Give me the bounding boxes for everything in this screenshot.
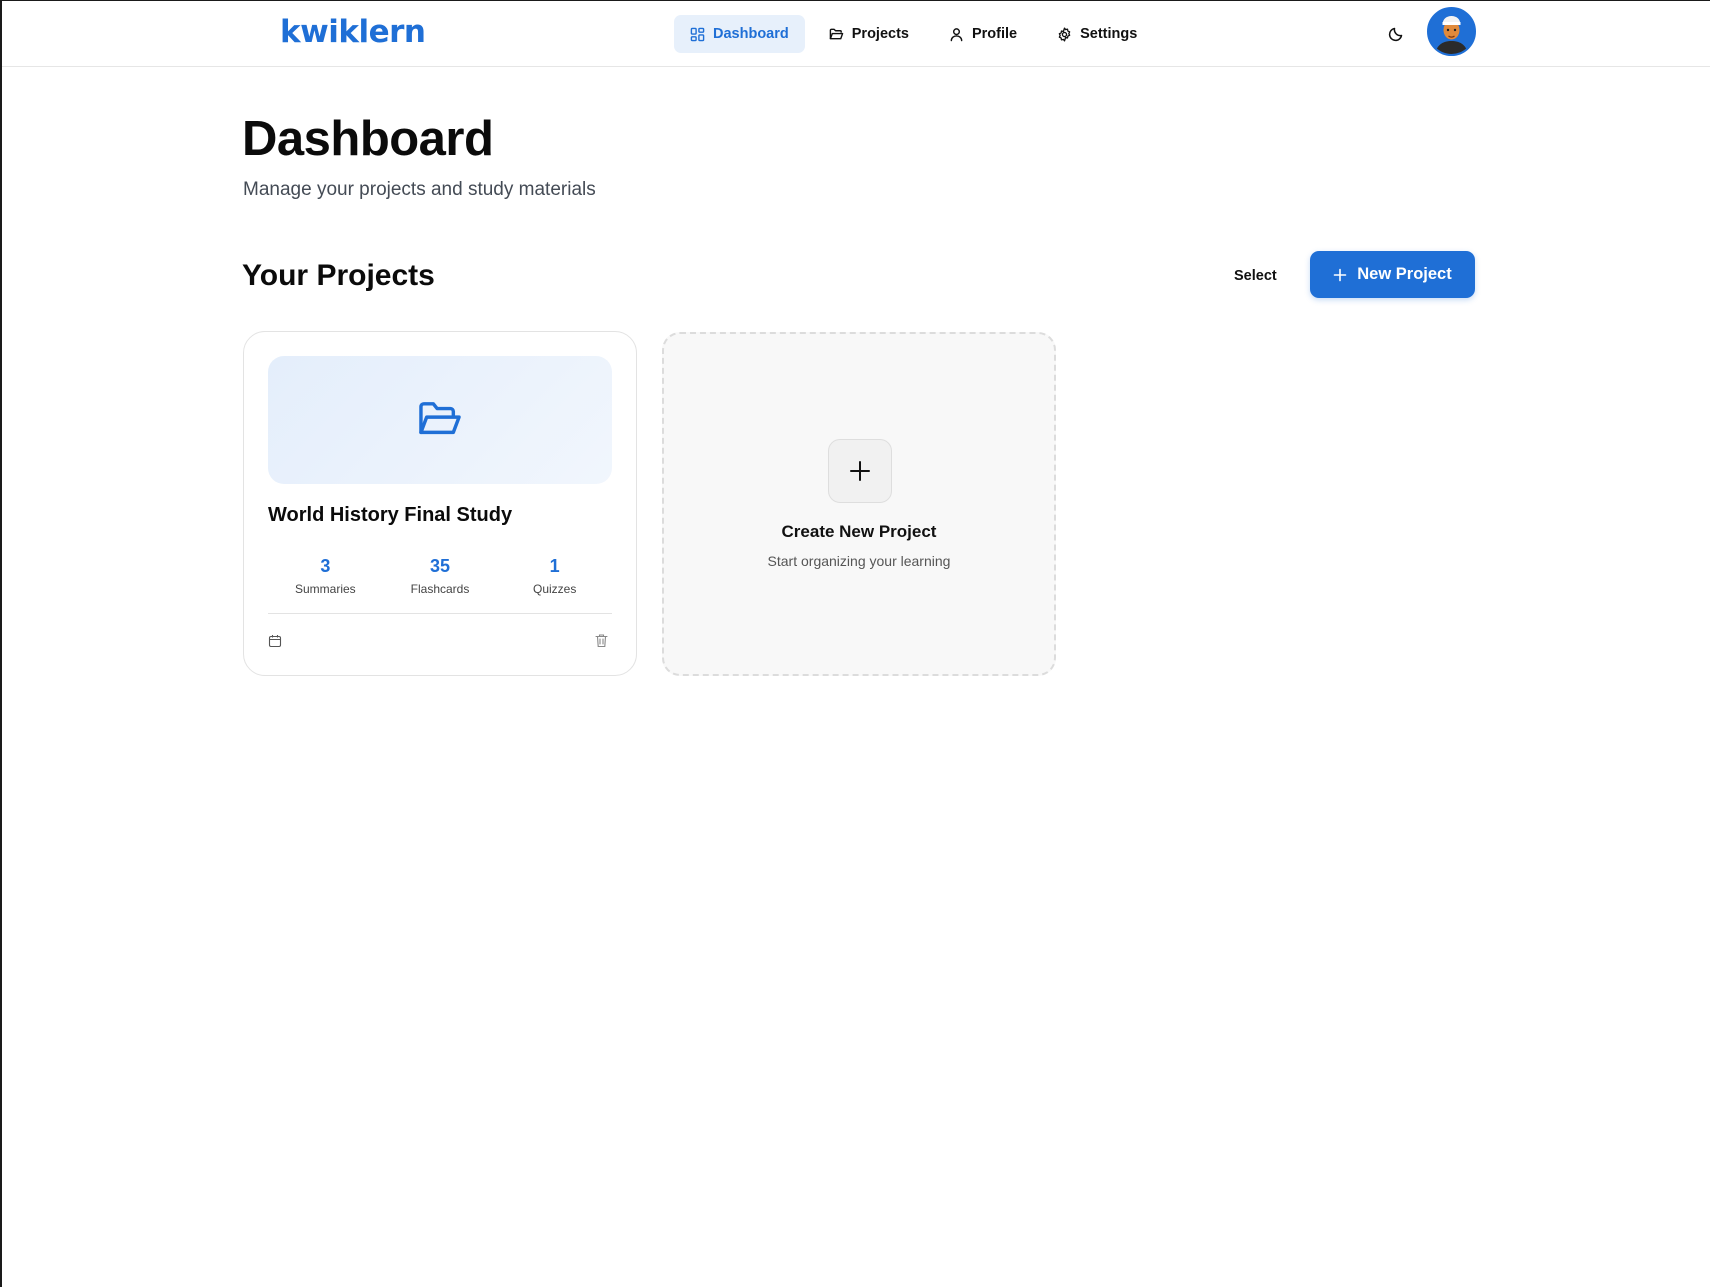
page-subtitle: Manage your projects and study materials <box>243 179 596 200</box>
section-title: Your Projects <box>242 259 435 292</box>
stat-label: Summaries <box>294 582 356 596</box>
nav-settings-label: Settings <box>1080 26 1138 42</box>
user-icon <box>950 27 963 41</box>
nav-settings[interactable]: Settings <box>1041 15 1153 53</box>
stat-label: Quizzes <box>533 582 577 596</box>
stat-flashcards: 35 Flashcards <box>383 556 498 616</box>
stat-value: 1 <box>549 556 560 576</box>
new-project-label: New Project <box>1357 265 1452 283</box>
folder-icon <box>829 28 844 39</box>
new-project-button[interactable]: New Project <box>1310 251 1475 298</box>
nav-dashboard-label: Dashboard <box>713 26 789 42</box>
main-nav: Dashboard Projects Profile Settings <box>674 15 1153 53</box>
folder-open-icon <box>419 402 461 435</box>
nav-projects[interactable]: Projects <box>813 15 925 53</box>
top-navbar: kwiklern Dashboard Projects Profile Sett… <box>2 1 1710 67</box>
create-project-card[interactable]: Create New Project Start organizing your… <box>662 332 1056 676</box>
project-card[interactable]: World History Final Study 3 Summaries 35… <box>243 331 637 676</box>
create-plus-box <box>828 439 892 503</box>
nav-profile[interactable]: Profile <box>933 15 1033 53</box>
create-title: Create New Project <box>781 522 937 541</box>
logo[interactable]: kwiklern <box>280 14 426 50</box>
card-divider <box>268 613 612 614</box>
avatar-icon <box>1429 9 1474 54</box>
trash-icon[interactable] <box>594 633 609 648</box>
calendar-icon <box>268 635 282 648</box>
page-title: Dashboard <box>242 112 494 166</box>
stat-quizzes: 1 Quizzes <box>497 556 612 616</box>
app-window: kwiklern Dashboard Projects Profile Sett… <box>0 0 1710 1287</box>
nav-projects-label: Projects <box>851 26 909 42</box>
create-subtitle: Start organizing your learning <box>767 553 951 569</box>
nav-profile-label: Profile <box>971 26 1018 42</box>
grid-icon <box>690 27 705 41</box>
stat-value: 35 <box>429 556 451 576</box>
project-title: World History Final Study <box>268 504 513 526</box>
stat-summaries: 3 Summaries <box>268 556 383 616</box>
project-banner <box>268 356 612 484</box>
moon-icon <box>1388 27 1403 42</box>
plus-icon <box>1333 268 1347 281</box>
project-stats: 3 Summaries 35 Flashcards 1 Quizzes <box>268 556 612 616</box>
theme-toggle-button[interactable] <box>1384 22 1408 46</box>
gear-icon <box>1058 26 1071 42</box>
stat-label: Flashcards <box>410 582 470 596</box>
select-button[interactable]: Select <box>1234 263 1277 289</box>
stat-value: 3 <box>320 556 331 576</box>
user-avatar[interactable] <box>1427 7 1476 56</box>
nav-dashboard[interactable]: Dashboard <box>674 15 805 53</box>
plus-icon <box>850 461 870 481</box>
